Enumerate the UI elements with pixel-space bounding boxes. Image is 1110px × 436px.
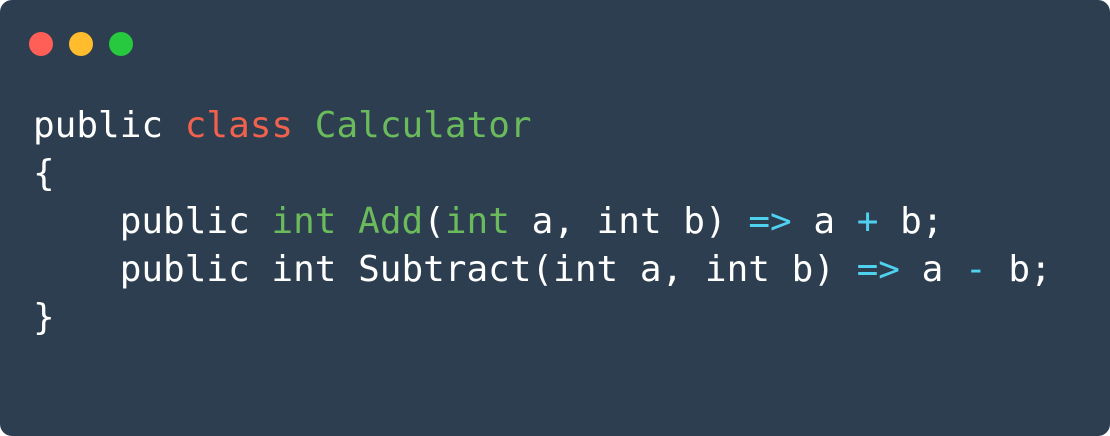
- zoom-dot-icon[interactable]: [109, 32, 133, 56]
- token-brace-close: }: [33, 297, 55, 338]
- window-controls: [29, 32, 133, 56]
- code-window: public class Calculator{ public int Add(…: [0, 0, 1110, 436]
- token-brace-open: {: [33, 153, 55, 194]
- token-keyword-class: class: [184, 105, 294, 146]
- code-line-5: }: [33, 294, 1052, 342]
- code-line-4: public int Subtract(int a, int b) => a -…: [33, 246, 1052, 294]
- token-method-subtract-signature: public int Subtract(int a, int b): [119, 249, 857, 290]
- token-keyword-public: public: [119, 201, 250, 242]
- token-operator-minus: -: [965, 249, 987, 290]
- token-arrow: =>: [856, 249, 900, 290]
- code-line-3: public int Add(int a, int b) => a + b;: [33, 198, 1052, 246]
- token-operand: a: [899, 249, 966, 290]
- token-operand: a: [791, 201, 857, 242]
- code-line-1: public class Calculator: [33, 102, 1052, 150]
- token-class-name: Calculator: [314, 105, 532, 146]
- token-operand-end: b;: [986, 249, 1052, 290]
- token-type-int: int: [271, 201, 337, 242]
- token-params: a, int b): [509, 201, 749, 242]
- token-operator-plus: +: [856, 201, 879, 242]
- token-paren-open: (: [423, 201, 445, 242]
- token-keyword-public: public: [33, 105, 164, 146]
- close-dot-icon[interactable]: [29, 32, 53, 56]
- token-type-int: int: [444, 201, 510, 242]
- code-block: public class Calculator{ public int Add(…: [33, 102, 1052, 342]
- code-line-2: {: [33, 150, 1052, 198]
- token-method-add: Add: [358, 201, 424, 242]
- token-operand-end: b;: [878, 201, 944, 242]
- minimize-dot-icon[interactable]: [69, 32, 93, 56]
- token-arrow: =>: [748, 201, 792, 242]
